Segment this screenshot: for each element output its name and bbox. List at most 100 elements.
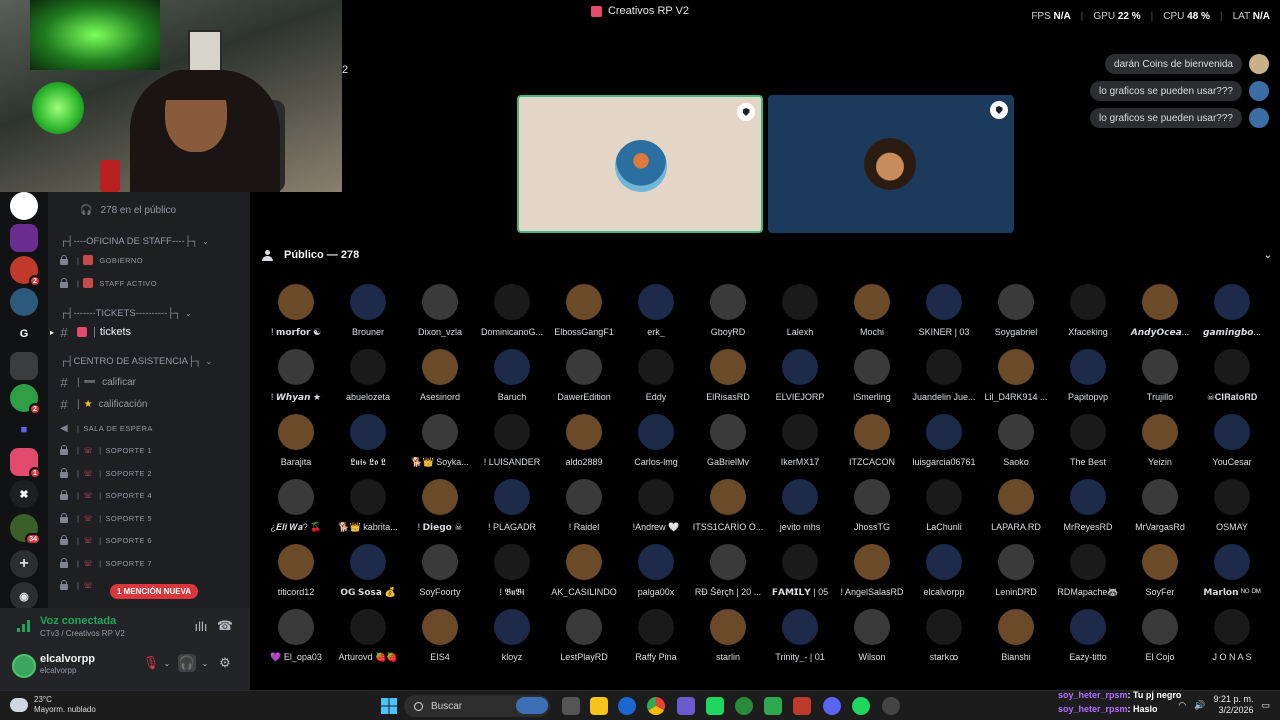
audience-member[interactable]: Barajita xyxy=(260,414,332,474)
audience-member[interactable]: ! 𝗗𝗶𝗲𝗴𝗼 ☠ xyxy=(404,479,476,539)
audience-member[interactable]: Lil_D4RK914 ... xyxy=(980,349,1052,409)
audience-member[interactable]: Trujillo xyxy=(1124,349,1196,409)
weather-widget[interactable]: 23°C Mayorm. nublado xyxy=(10,695,96,715)
audience-member[interactable]: Trinity_- | 01 xyxy=(764,609,836,669)
audience-member[interactable]: OSMAY xyxy=(1196,479,1268,539)
audience-member[interactable]: ! 𝗺𝗼𝗿𝗳𝗼𝗿 ☯ xyxy=(260,284,332,344)
soundboard-icon[interactable]: ıllı xyxy=(192,617,210,635)
audience-member[interactable]: erk_ xyxy=(620,284,692,344)
audience-member[interactable]: El Cojo xyxy=(1124,609,1196,669)
discover-icon[interactable]: ◉ xyxy=(10,582,38,610)
audience-member[interactable]: Bianshi xyxy=(980,609,1052,669)
volume-icon[interactable]: 🔊 xyxy=(1194,700,1205,711)
audience-member[interactable]: DominicanoG... xyxy=(476,284,548,344)
audience-member[interactable]: Brouner xyxy=(332,284,404,344)
audience-member[interactable]: 𝗠𝗮𝗿𝗹𝗼𝗻 ᴺᴼ ᴰᴹ xyxy=(1196,544,1268,604)
audience-member[interactable]: titicord12 xyxy=(260,544,332,604)
voice-channel[interactable]: CTv3 / Creativos RP V2 xyxy=(40,629,125,638)
server-icon-7[interactable]: 2 xyxy=(10,384,41,415)
app-icon[interactable] xyxy=(882,697,900,715)
audience-member[interactable]: AK_CASILINDO xyxy=(548,544,620,604)
audience-member[interactable]: 𝙜𝙖𝙢𝙞𝙣𝙜𝙗𝙤... xyxy=(1196,284,1268,344)
audience-member[interactable]: The Best xyxy=(1052,414,1124,474)
audience-member[interactable]: Saoko xyxy=(980,414,1052,474)
audience-member[interactable]: MrReyesRD xyxy=(1052,479,1124,539)
stage-speaker-card-2[interactable] xyxy=(768,95,1014,233)
audience-member[interactable]: Soygabriel xyxy=(980,284,1052,344)
channel-tickets[interactable]: ▸ # | tickets xyxy=(48,322,250,342)
audience-member[interactable]: Arturovd 🍓🍓 xyxy=(332,609,404,669)
channel-staff-activo[interactable]: | STAFF ACTIVO xyxy=(48,273,250,293)
audience-member[interactable]: !Andrew 🤍 xyxy=(620,479,692,539)
chevron-down-icon[interactable]: ⌄ xyxy=(158,654,176,672)
audience-member[interactable]: GboyRD xyxy=(692,284,764,344)
spotify-icon[interactable] xyxy=(852,697,870,715)
audience-member[interactable]: RĐ Šěrçħ | 20 ... xyxy=(692,544,764,604)
channel-soporte-5[interactable]: | ☏ | SOPORTE 5 xyxy=(48,508,250,528)
channel-soporte-4[interactable]: | ☏ | SOPORTE 4 xyxy=(48,485,250,505)
audience-member[interactable]: ! 𝕭𝖚𝕭𝖎 xyxy=(476,544,548,604)
audience-member[interactable]: ! PLAGADR xyxy=(476,479,548,539)
audience-member[interactable]: ElbossGangF1 xyxy=(548,284,620,344)
category-tickets[interactable]: ┌┤ -------TICKETS---------- ├┐ ⌄ xyxy=(60,308,192,319)
audience-member[interactable]: J O N A S xyxy=(1196,609,1268,669)
audience-member[interactable]: Yeizin xyxy=(1124,414,1196,474)
audience-member[interactable]: ELVIEJORP xyxy=(764,349,836,409)
audience-member[interactable]: Raffy Pina xyxy=(620,609,692,669)
audience-member[interactable]: Asesinord xyxy=(404,349,476,409)
audience-member[interactable]: LAPARA RD xyxy=(980,479,1052,539)
audience-member[interactable]: 💜 El_opa03 xyxy=(260,609,332,669)
audience-member[interactable]: Papitopvp xyxy=(1052,349,1124,409)
audience-member[interactable]: SKINER | 03 xyxy=(908,284,980,344)
channel-calificacion[interactable]: # | ★ calificación xyxy=(48,394,250,414)
audience-member[interactable]: LaChunli xyxy=(908,479,980,539)
audience-member[interactable]: ElRisasRD xyxy=(692,349,764,409)
audience-member[interactable]: luisgarcia06761 xyxy=(908,414,980,474)
audience-member[interactable]: MrVargasRd xyxy=(1124,479,1196,539)
app-icon[interactable] xyxy=(706,697,724,715)
app-icon[interactable] xyxy=(764,697,782,715)
disconnect-icon[interactable]: ☎ xyxy=(216,617,234,635)
server-icon-9[interactable]: ✖ xyxy=(10,480,38,508)
audience-member[interactable]: GaBrielMv xyxy=(692,414,764,474)
server-icon-active[interactable]: 1 xyxy=(10,448,41,479)
audience-member[interactable]: ! LUISANDER xyxy=(476,414,548,474)
category-staff[interactable]: ┌┤ ----OFICINA DE STAFF---- ├┐ ⌄ xyxy=(60,236,209,247)
audience-member[interactable]: 𝕷𝖚𝖎𝖘 𝕷𝖔 𝕷 xyxy=(332,414,404,474)
server-icon-10[interactable]: 34 xyxy=(10,514,41,545)
notification-icon[interactable]: ▭ xyxy=(1261,700,1270,711)
audience-member[interactable]: ¿𝑬𝒍𝒊 𝑾𝒂? 🍒 xyxy=(260,479,332,539)
audience-member[interactable]: starkꝏ xyxy=(908,609,980,669)
signal-icon[interactable] xyxy=(16,618,32,632)
clock[interactable]: 9:21 p. m. 3/2/2026 xyxy=(1213,694,1253,716)
audience-member[interactable]: 𝘼𝙣𝙙𝙮𝙊𝙘𝙚𝙖... xyxy=(1124,284,1196,344)
audience-member[interactable]: ITZCACON xyxy=(836,414,908,474)
chevron-down-icon[interactable]: ⌄ xyxy=(1264,250,1272,261)
audience-member[interactable]: iSmerling xyxy=(836,349,908,409)
audience-member[interactable]: Juandelin Jue... xyxy=(908,349,980,409)
avatar[interactable] xyxy=(12,654,36,678)
server-icon-1[interactable] xyxy=(10,192,38,220)
audience-member[interactable]: YouCesar xyxy=(1196,414,1268,474)
audience-member[interactable]: ! AngelSalasRD xyxy=(836,544,908,604)
chevron-down-icon[interactable]: ⌄ xyxy=(196,654,214,672)
app-icon[interactable] xyxy=(618,697,636,715)
channel-sala-espera[interactable]: ◀ | SALA DE ESPERA xyxy=(48,418,250,438)
audience-member[interactable]: Lalexh xyxy=(764,284,836,344)
audience-member[interactable]: LeninDRD xyxy=(980,544,1052,604)
task-view-icon[interactable] xyxy=(562,697,580,715)
audience-member[interactable]: DawerEdition xyxy=(548,349,620,409)
audience-member[interactable]: ! 𝙒𝙝𝙮𝙖𝙣 ★ xyxy=(260,349,332,409)
app-icon[interactable] xyxy=(735,697,753,715)
audience-member[interactable]: SoyFoorty xyxy=(404,544,476,604)
audience-member[interactable]: JhossTG xyxy=(836,479,908,539)
gear-icon[interactable]: ⚙ xyxy=(216,654,234,672)
server-icon-6[interactable] xyxy=(10,352,38,380)
audience-member[interactable]: ITSS1CARIO O... xyxy=(692,479,764,539)
server-icon-4[interactable] xyxy=(10,288,38,316)
category-asistencia[interactable]: ┌┤ CENTRO DE ASISTENCIA ├┐ ⌄ xyxy=(60,356,212,367)
new-mention-pill[interactable]: 1 MENCIÓN NUEVA xyxy=(110,584,199,599)
audience-member[interactable]: elcalvorpp xyxy=(908,544,980,604)
audience-member[interactable]: Xfaceking xyxy=(1052,284,1124,344)
audience-member[interactable]: kloyz xyxy=(476,609,548,669)
